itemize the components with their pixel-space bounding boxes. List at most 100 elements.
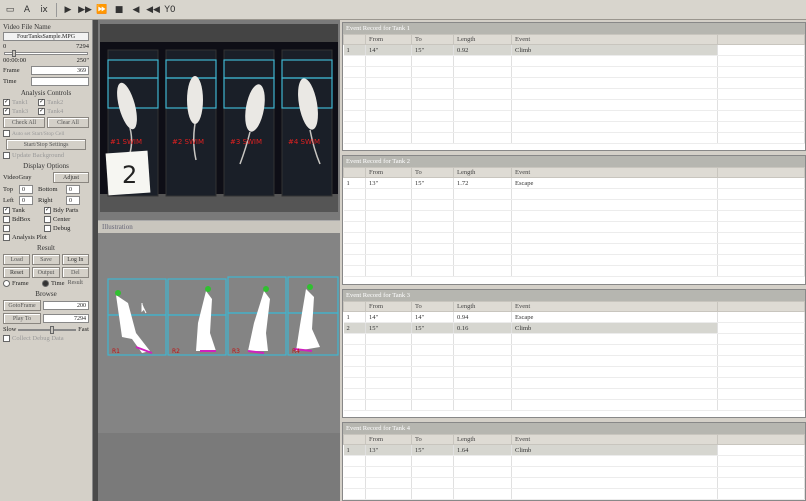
table-row[interactable]: 1 14" 14" 0.94 Escape [343,311,805,323]
center-checkbox[interactable] [44,216,51,223]
table-row[interactable] [343,254,805,266]
tank3-checkbox[interactable]: ✓ [3,108,10,115]
column-header[interactable]: Length [453,301,512,312]
column-header[interactable]: To [411,434,454,445]
table-row[interactable] [343,455,805,467]
column-header[interactable]: To [411,34,454,45]
speed-thumb[interactable] [50,325,55,334]
table-row[interactable] [343,66,805,78]
column-header[interactable] [343,434,366,445]
column-header[interactable]: Event [511,301,718,312]
time-radio[interactable] [42,280,49,287]
column-header[interactable]: Event [511,167,718,178]
table-row[interactable] [343,366,805,378]
body-parts-checkbox[interactable]: ✓ [44,207,51,214]
image-icon[interactable]: ⅸ [36,2,52,18]
column-header[interactable] [717,34,805,45]
column-header[interactable] [717,167,805,178]
column-header[interactable]: To [411,167,454,178]
video-file-field[interactable]: FourTanksSample.MPG [3,32,89,41]
tank1-checkbox[interactable]: ✓ [3,99,10,106]
table-row[interactable] [343,188,805,200]
table-row[interactable] [343,121,805,133]
save-button[interactable]: Save [32,254,60,265]
column-header[interactable]: Length [453,34,512,45]
table-row[interactable] [343,388,805,400]
log-in-button[interactable]: Log In [61,254,89,265]
column-header[interactable] [343,301,366,312]
table-row[interactable] [343,77,805,89]
table-row[interactable] [343,377,805,389]
rewind-icon[interactable]: ◀◀ [145,2,161,18]
column-header[interactable]: Length [453,434,512,445]
column-header[interactable]: Length [453,167,512,178]
check-all-button[interactable]: Check All [3,117,45,128]
del-result-button[interactable]: Del Result [61,267,89,286]
slider-thumb[interactable] [11,50,16,57]
column-header[interactable] [343,34,366,45]
column-header[interactable]: To [411,301,454,312]
table-row[interactable] [343,199,805,211]
table-row[interactable] [343,99,805,111]
goto-frame-button[interactable]: GotoFrame [3,300,41,311]
play-to-button[interactable]: Play To [3,313,41,324]
column-header[interactable] [717,301,805,312]
table-row[interactable]: 2 15" 15" 0.16 Climb [343,322,805,334]
step-back-icon[interactable]: ◀ [128,2,144,18]
auto-set-checkbox[interactable] [3,130,10,137]
reset-button[interactable]: Reset [3,267,31,278]
table-row[interactable] [343,477,805,489]
left-field[interactable]: 0 [19,196,33,205]
table-row[interactable]: 1 13" 15" 1.64 Climb [343,444,805,456]
start-stop-settings-button[interactable]: Start/Stop Settings [6,139,86,150]
time-field[interactable] [31,77,89,86]
fast-forward-icon[interactable]: ⏩ [94,2,110,18]
table-row[interactable] [343,466,805,478]
play-icon[interactable]: ▶ [60,2,76,18]
table-row[interactable] [343,265,805,277]
table-row[interactable] [343,344,805,356]
right-field[interactable]: 0 [66,196,80,205]
column-header[interactable]: From [365,434,412,445]
bdbox-checkbox[interactable] [3,216,10,223]
column-header[interactable] [717,434,805,445]
file-icon[interactable]: ▭ [2,2,18,18]
blank-checkbox[interactable] [3,225,10,232]
tank-checkbox[interactable]: ✓ [3,207,10,214]
table-row[interactable] [343,243,805,255]
step-forward-icon[interactable]: ▶▶ [77,2,93,18]
table-row[interactable] [343,232,805,244]
column-header[interactable]: Event [511,34,718,45]
table-row[interactable] [343,333,805,345]
top-field[interactable]: 0 [19,185,33,194]
table-row[interactable] [343,110,805,122]
load-button[interactable]: Load [3,254,31,265]
table-row[interactable] [343,55,805,67]
stop-icon[interactable]: ■ [111,2,127,18]
frame-radio[interactable] [3,280,10,287]
tank4-checkbox[interactable]: ✓ [38,108,46,115]
debug-checkbox[interactable] [44,225,51,232]
collect-debug-checkbox[interactable] [3,335,10,342]
table-row[interactable] [343,399,805,411]
column-header[interactable]: From [365,167,412,178]
speed-slider[interactable] [18,325,77,334]
clear-all-button[interactable]: Clear All [47,117,89,128]
table-row[interactable] [343,221,805,233]
goto-frame-field[interactable]: 200 [43,301,89,310]
text-tool-icon[interactable]: A [19,2,35,18]
output-button[interactable]: Output [32,267,60,278]
column-header[interactable] [343,167,366,178]
bottom-field[interactable]: 0 [66,185,80,194]
play-to-field[interactable]: 7294 [43,314,89,323]
update-background-checkbox[interactable] [3,152,10,159]
frame-field[interactable]: 369 [31,66,89,75]
table-row[interactable]: 1 13" 15" 1.72 Escape [343,177,805,189]
tank2-checkbox[interactable]: ✓ [38,99,46,106]
table-row[interactable] [343,355,805,367]
frame-slider[interactable] [4,50,88,57]
column-header[interactable]: From [365,301,412,312]
clip-icon[interactable]: Y0 [162,2,178,18]
table-row[interactable] [343,210,805,222]
table-row[interactable] [343,132,805,144]
